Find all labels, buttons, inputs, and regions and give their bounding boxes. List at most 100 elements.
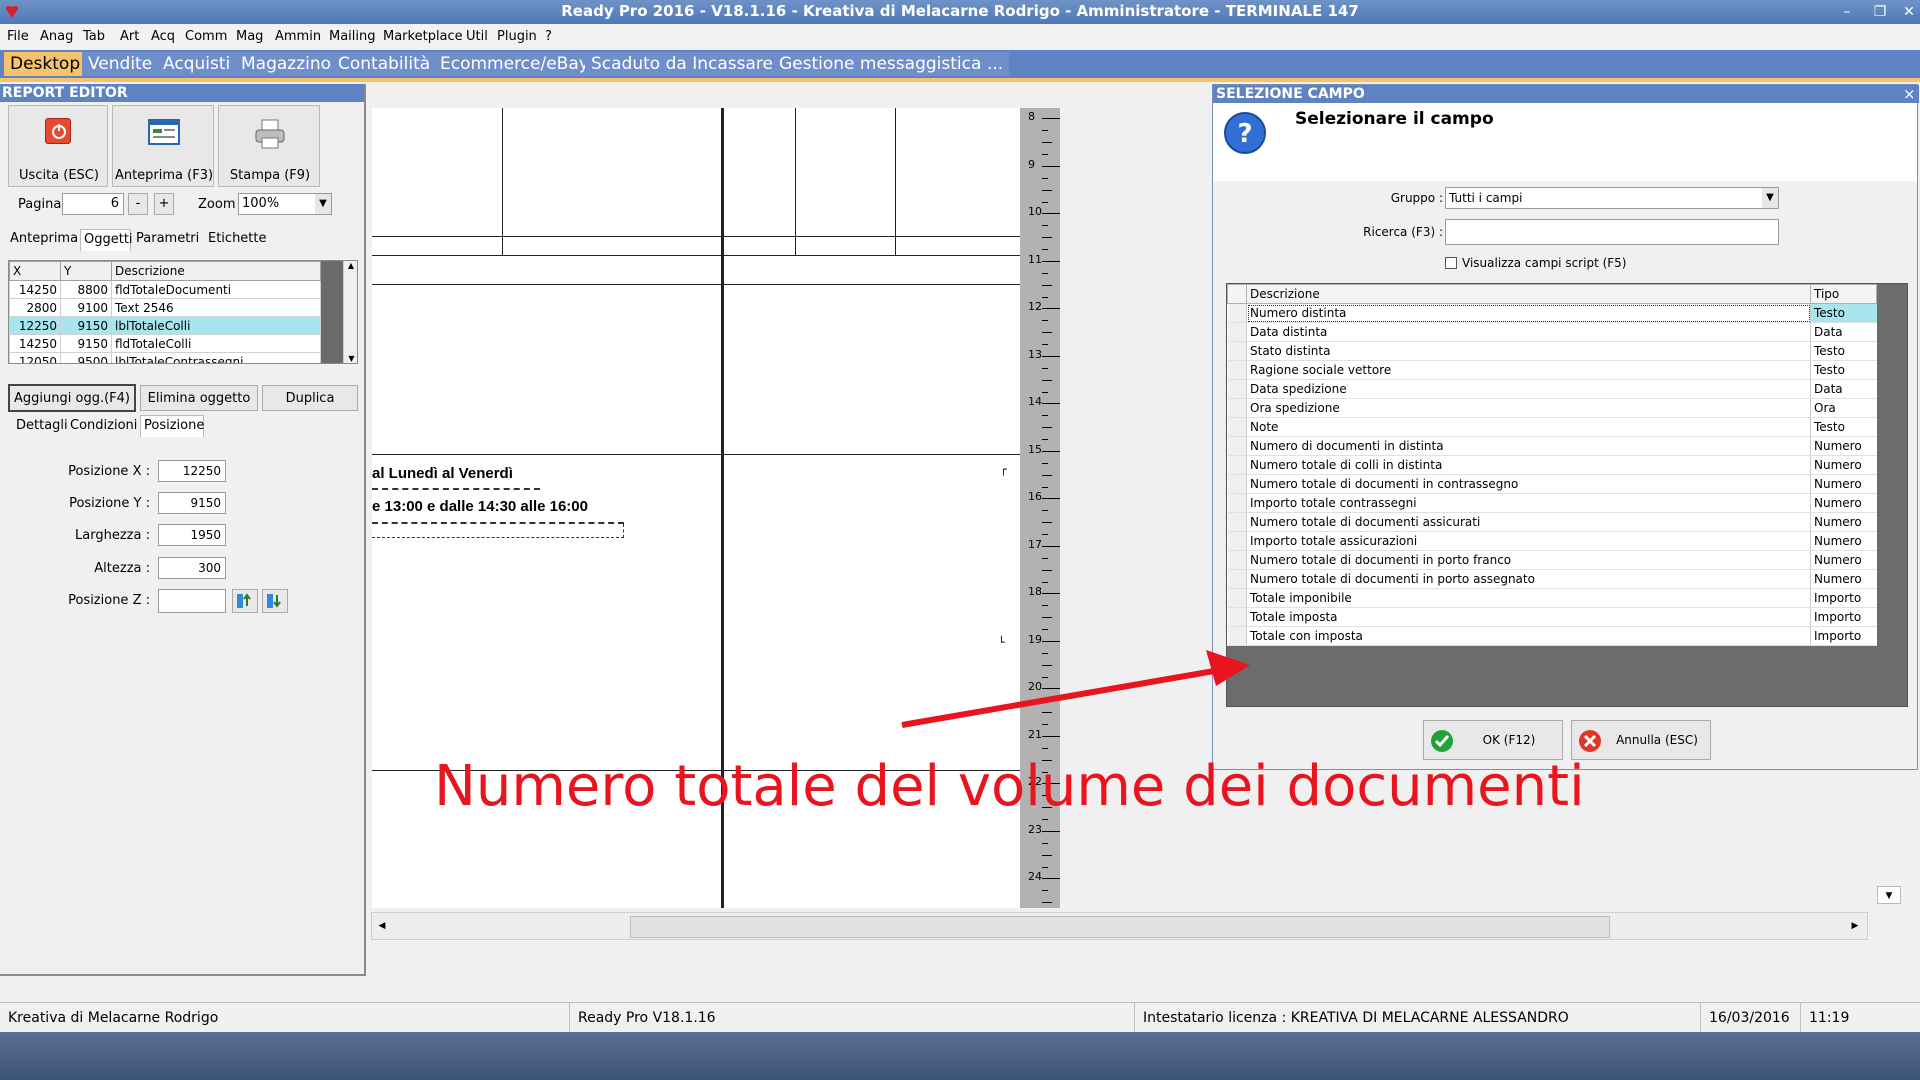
tab-oggetti[interactable]: Oggetti xyxy=(80,229,133,251)
tab-parametri[interactable]: Parametri xyxy=(136,231,199,246)
field-row[interactable]: Totale imposta Importo xyxy=(1227,607,1877,627)
duplicate-button[interactable]: Duplica xyxy=(262,385,358,411)
menu-help[interactable]: ? xyxy=(545,29,552,44)
scroll-down-icon[interactable]: ▼ xyxy=(344,354,357,363)
field-row[interactable]: Numero totale di documenti in porto asse… xyxy=(1227,569,1877,589)
tab-posizione[interactable]: Posizione xyxy=(140,415,204,437)
field-row-selected[interactable]: Numero distinta Testo xyxy=(1227,303,1877,323)
tab-scaduto[interactable]: Scaduto da Incassare xyxy=(585,52,779,76)
field-row[interactable]: Numero totale di documenti in contrasseg… xyxy=(1227,474,1877,494)
restore-icon[interactable]: ❐ xyxy=(1869,2,1891,22)
menu-anag[interactable]: Anag xyxy=(40,29,73,44)
bring-forward-icon[interactable] xyxy=(232,589,258,613)
script-checkbox[interactable] xyxy=(1445,257,1457,269)
field-row[interactable]: Totale con imposta Importo xyxy=(1227,626,1877,646)
close-window-icon[interactable]: ✕ xyxy=(1898,2,1920,22)
ruler-subtick xyxy=(1042,747,1048,749)
col-descrizione[interactable]: Descrizione xyxy=(1246,284,1811,304)
col-descrizione[interactable]: Descrizione xyxy=(111,261,321,281)
row-indicator xyxy=(1227,341,1247,361)
field-row[interactable]: Numero di documenti in distinta Numero xyxy=(1227,436,1877,456)
menu-mag[interactable]: Mag xyxy=(236,29,263,44)
col-tipo[interactable]: Tipo xyxy=(1810,284,1877,304)
add-object-button[interactable]: Aggiungi ogg.(F4) xyxy=(8,384,136,412)
dialog-close-icon[interactable]: × xyxy=(1903,85,1917,103)
height-input[interactable]: 300 xyxy=(158,557,226,579)
scroll-down-icon[interactable]: ▼ xyxy=(1877,886,1901,904)
tab-desktop[interactable]: Desktop xyxy=(4,52,87,76)
table-row[interactable]: 2800 9100 Text 2546 xyxy=(9,298,321,317)
row-indicator xyxy=(1227,493,1247,513)
tab-anteprima[interactable]: Anteprima xyxy=(10,231,78,246)
tab-etichette[interactable]: Etichette xyxy=(208,231,267,246)
canvas-text-time[interactable]: e 13:00 e dalle 14:30 alle 16:00 xyxy=(372,498,588,515)
field-row[interactable]: Note Testo xyxy=(1227,417,1877,437)
cell-descrizione: Text 2546 xyxy=(111,298,321,317)
grid-scrollbar[interactable]: ▲ ▼ xyxy=(343,261,357,363)
field-row[interactable]: Ragione sociale vettore Testo xyxy=(1227,360,1877,380)
col-y[interactable]: Y xyxy=(60,261,112,281)
table-row[interactable]: 12050 9500 lblTotaleContrassegni xyxy=(9,352,321,363)
page-input[interactable]: 6 xyxy=(62,193,124,215)
group-select[interactable]: Tutti i campi ▼ xyxy=(1445,187,1779,209)
tab-ecommerce[interactable]: Ecommerce/eBay xyxy=(434,52,595,76)
menu-ammin[interactable]: Ammin xyxy=(275,29,321,44)
menu-marketplace[interactable]: Marketplace xyxy=(383,29,463,44)
ruler-subtick xyxy=(1042,866,1048,868)
field-row[interactable]: Stato distinta Testo xyxy=(1227,341,1877,361)
pos-x-input[interactable]: 12250 xyxy=(158,460,226,482)
menu-mailing[interactable]: Mailing xyxy=(329,29,376,44)
cancel-button[interactable]: Annulla (ESC) xyxy=(1571,720,1711,760)
tab-condizioni[interactable]: Condizioni xyxy=(70,418,137,433)
pos-y-input[interactable]: 9150 xyxy=(158,492,226,514)
page-minus-button[interactable]: - xyxy=(128,193,148,215)
menu-comm[interactable]: Comm xyxy=(185,29,227,44)
menu-art[interactable]: Art xyxy=(120,29,139,44)
menu-util[interactable]: Util xyxy=(466,29,488,44)
tab-dettagli[interactable]: Dettagli xyxy=(16,418,68,433)
pos-z-input[interactable] xyxy=(158,589,226,613)
table-row[interactable]: 14250 8800 fldTotaleDocumenti xyxy=(9,280,321,299)
exit-button[interactable]: Uscita (ESC) xyxy=(8,105,108,187)
tab-contabilita[interactable]: Contabilità xyxy=(332,52,437,76)
field-row[interactable]: Data distinta Data xyxy=(1227,322,1877,342)
table-row-selected[interactable]: 12250 9150 lblTotaleColli xyxy=(9,316,321,335)
tab-vendite[interactable]: Vendite xyxy=(82,52,159,76)
menu-file[interactable]: File xyxy=(7,29,29,44)
horizontal-scrollbar[interactable]: ◀ ▶ xyxy=(371,912,1868,940)
minimize-icon[interactable]: – xyxy=(1836,2,1858,22)
chevron-down-icon[interactable]: ▼ xyxy=(315,194,331,214)
scroll-left-icon[interactable]: ◀ xyxy=(374,917,390,935)
field-row[interactable]: Numero totale di colli in distinta Numero xyxy=(1227,455,1877,475)
scroll-up-icon[interactable]: ▲ xyxy=(344,261,357,270)
field-row[interactable]: Data spedizione Data xyxy=(1227,379,1877,399)
field-row[interactable]: Importo totale contrassegni Numero xyxy=(1227,493,1877,513)
zoom-select[interactable]: 100% ▼ xyxy=(238,193,332,215)
field-row[interactable]: Totale imponibile Importo xyxy=(1227,588,1877,608)
field-row[interactable]: Numero totale di documenti assicurati Num… xyxy=(1227,512,1877,532)
tab-more[interactable]: ... xyxy=(981,52,1010,76)
print-button[interactable]: Stampa (F9) xyxy=(218,105,320,187)
chevron-down-icon[interactable]: ▼ xyxy=(1762,188,1778,208)
col-x[interactable]: X xyxy=(9,261,61,281)
table-row[interactable]: 14250 9150 fldTotaleColli xyxy=(9,334,321,353)
preview-button[interactable]: Anteprima (F3) xyxy=(112,105,214,187)
canvas-text-hours[interactable]: al Lunedì al Venerdì xyxy=(372,465,513,482)
page-plus-button[interactable]: + xyxy=(154,193,174,215)
scroll-thumb[interactable] xyxy=(630,916,1610,938)
tab-acquisti[interactable]: Acquisti xyxy=(157,52,237,76)
width-input[interactable]: 1950 xyxy=(158,524,226,546)
field-row[interactable]: Ora spedizione Ora xyxy=(1227,398,1877,418)
delete-object-button[interactable]: Elimina oggetto xyxy=(140,385,258,411)
search-input[interactable] xyxy=(1445,219,1779,245)
scroll-right-icon[interactable]: ▶ xyxy=(1847,917,1863,935)
grid-line xyxy=(502,108,503,256)
field-row[interactable]: Importo totale assicurazioni Numero xyxy=(1227,531,1877,551)
tab-messaggistica[interactable]: Gestione messaggistica xyxy=(773,52,988,76)
menu-tab[interactable]: Tab xyxy=(83,29,105,44)
tab-magazzino[interactable]: Magazzino xyxy=(235,52,338,76)
menu-plugin[interactable]: Plugin xyxy=(497,29,537,44)
menu-acq[interactable]: Acq xyxy=(151,29,175,44)
field-row[interactable]: Numero totale di documenti in porto fran… xyxy=(1227,550,1877,570)
send-backward-icon[interactable] xyxy=(262,589,288,613)
